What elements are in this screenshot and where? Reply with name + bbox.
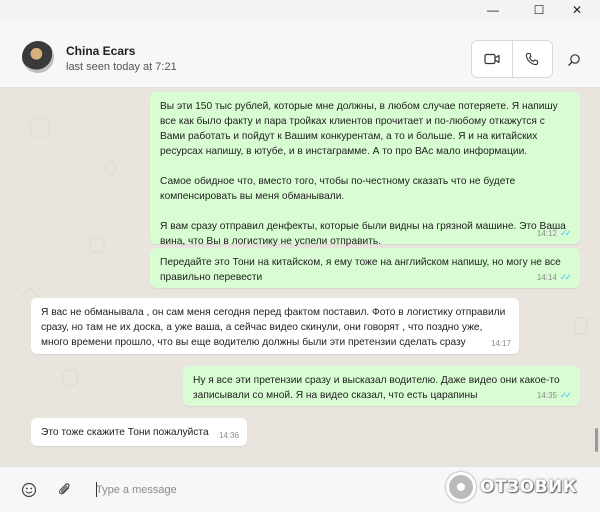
message-meta: 14:35 ✓✓ xyxy=(537,388,572,403)
video-call-button[interactable] xyxy=(472,41,512,77)
call-buttons-group xyxy=(471,40,553,78)
message-bubble[interactable]: Я вас не обманывала , он сам меня сегодн… xyxy=(31,298,519,354)
emoji-button[interactable] xyxy=(18,479,40,501)
message-text: Ну я все эти претензии сразу и высказал … xyxy=(193,375,560,401)
emoji-icon xyxy=(21,482,37,498)
message-text: Вы эти 150 тыс рублей, которые мне должн… xyxy=(160,101,558,157)
read-receipt-icon: ✓✓ xyxy=(559,390,572,400)
watermark-text: ОТЗОВИК xyxy=(480,477,578,497)
message-meta: 14:12 ✓✓ xyxy=(537,226,572,241)
search-icon xyxy=(568,54,580,66)
message-input[interactable] xyxy=(96,479,426,501)
voice-call-button[interactable] xyxy=(511,41,553,77)
chat-header: China Ecars last seen today at 7:21 xyxy=(0,20,600,88)
message-bubble[interactable]: Это тоже скажите Тони пожалуйста 14:36 xyxy=(31,418,247,446)
message-time: 14:17 xyxy=(490,339,511,348)
chat-search-button[interactable] xyxy=(562,48,586,72)
read-receipt-icon: ✓✓ xyxy=(559,272,572,282)
message-meta: 14:14 ✓✓ xyxy=(537,270,572,285)
attach-button[interactable] xyxy=(54,479,76,501)
contact-name[interactable]: China Ecars xyxy=(66,44,135,58)
attach-icon xyxy=(59,483,70,495)
message-text: Я вас не обманывала , он сам меня сегодн… xyxy=(41,307,506,348)
close-window-button[interactable]: ✕ xyxy=(554,0,600,20)
window-titlebar: — ☐ ✕ xyxy=(0,0,600,20)
message-bubble[interactable]: Вы эти 150 тыс рублей, которые мне должн… xyxy=(150,92,580,247)
contact-avatar[interactable] xyxy=(22,41,54,73)
message-meta: 14:36 xyxy=(219,428,239,443)
message-time: 14:12 xyxy=(536,229,557,238)
message-bubble[interactable]: Ну я все эти претензии сразу и высказал … xyxy=(183,366,580,406)
message-time: 14:36 xyxy=(218,431,239,440)
otzovik-logo-icon xyxy=(446,472,476,502)
message-list[interactable]: Вы эти 150 тыс рублей, которые мне должн… xyxy=(0,88,600,466)
message-text: Передайте это Тони на китайском, я ему т… xyxy=(160,257,561,283)
message-text: Это тоже скажите Тони пожалуйста xyxy=(41,427,209,438)
message-text: Самое обидное что, вместо того, чтобы по… xyxy=(160,176,516,202)
message-time: 14:35 xyxy=(536,391,557,400)
contact-last-seen: last seen today at 7:21 xyxy=(66,61,177,73)
message-bubble[interactable]: Передайте это Тони на китайском, я ему т… xyxy=(150,248,580,288)
video-call-icon xyxy=(484,53,500,65)
message-text: Я вам сразу отправил денфекты, которые б… xyxy=(160,221,566,247)
read-receipt-icon: ✓✓ xyxy=(559,228,572,238)
text-caret xyxy=(96,482,97,497)
otzovik-watermark: ОТЗОВИК xyxy=(446,470,596,504)
minimize-button[interactable]: — xyxy=(470,0,516,20)
chat-scrollbar[interactable] xyxy=(595,428,598,452)
message-time: 14:14 xyxy=(536,273,557,282)
voice-call-icon xyxy=(526,52,539,66)
message-meta: 14:17 xyxy=(491,336,511,351)
